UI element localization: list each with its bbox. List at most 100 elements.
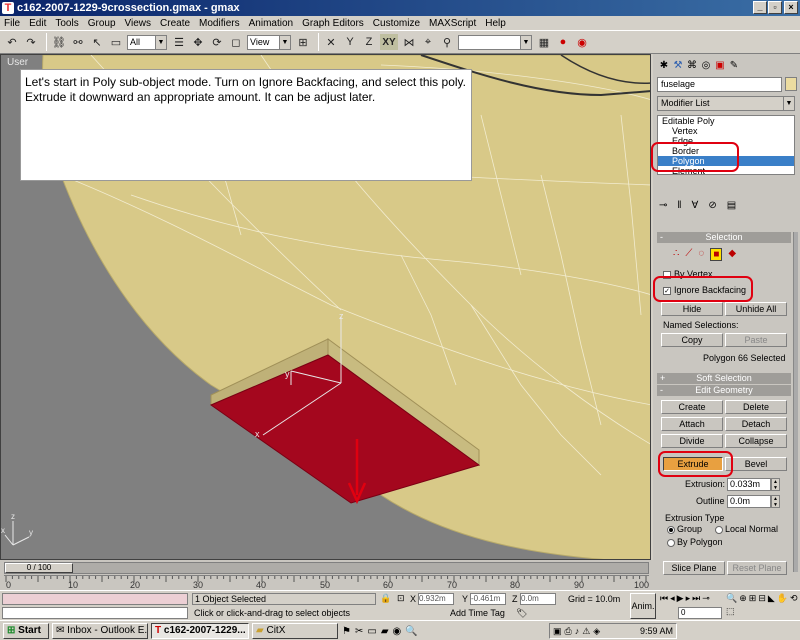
tray-scissors-icon[interactable]: ✂ — [355, 626, 363, 637]
undo-icon[interactable]: ↶ — [4, 34, 20, 50]
maximize-button[interactable]: ▫ — [768, 1, 782, 14]
lock-selection-icon[interactable]: 🔒 — [380, 593, 391, 604]
polygon-level-icon[interactable]: ■ — [710, 248, 723, 261]
menu-views[interactable]: Views — [125, 18, 152, 29]
maxscript-listener[interactable] — [2, 593, 188, 605]
configure-sets-icon[interactable]: ▤ — [727, 200, 736, 211]
tray-network-icon[interactable]: ⚑ — [342, 626, 351, 637]
menu-graph-editors[interactable]: Graph Editors — [302, 18, 364, 29]
soft-selection-rollup-header[interactable]: + Soft Selection — [657, 373, 791, 384]
next-frame-icon[interactable]: ▸ — [686, 593, 691, 604]
restrict-xy-button[interactable]: XY — [380, 34, 398, 50]
border-level-icon[interactable]: ◌ — [698, 248, 704, 261]
time-slider-thumb[interactable]: 0 / 100 — [5, 563, 73, 573]
zoom-all-icon[interactable]: ⊕ — [739, 593, 747, 604]
tray-folder-icon[interactable]: ▰ — [381, 626, 389, 637]
scale-icon[interactable]: ◻ — [228, 34, 244, 50]
modify-tab-icon[interactable]: ⚒ — [671, 58, 685, 72]
pan-icon[interactable]: ✋ — [777, 593, 788, 604]
tray-language-icon[interactable]: ◈ — [593, 624, 600, 638]
render-icon[interactable]: ● — [555, 34, 571, 50]
menu-edit[interactable]: Edit — [29, 18, 46, 29]
copy-button[interactable]: Copy — [661, 333, 723, 347]
y-coord-field[interactable]: -0.461m — [470, 593, 506, 605]
vertex-level-icon[interactable]: ∴ — [673, 248, 679, 261]
group-radio[interactable]: Group — [667, 524, 702, 534]
field-of-view-icon[interactable]: ◣ — [768, 593, 775, 604]
by-polygon-radio[interactable]: By Polygon — [667, 537, 723, 547]
tray-search-icon[interactable]: 🔍 — [405, 626, 417, 637]
object-name-field[interactable]: fuselage — [657, 77, 782, 92]
edit-geometry-rollup-header[interactable]: - Edit Geometry — [657, 385, 791, 396]
selection-rollup-header[interactable]: - Selection — [657, 232, 791, 243]
close-button[interactable]: × — [784, 1, 798, 14]
hierarchy-tab-icon[interactable]: ⌘ — [685, 58, 699, 72]
absolute-mode-icon[interactable]: ⊡ — [397, 593, 405, 604]
paste-button[interactable]: Paste — [725, 333, 787, 347]
previous-frame-icon[interactable]: ◂ — [670, 593, 675, 604]
unlink-icon[interactable]: ⚯ — [70, 34, 86, 50]
stack-item-vertex[interactable]: Vertex — [658, 126, 794, 136]
local-normal-radio[interactable]: Local Normal — [715, 524, 778, 534]
tray-monitor-icon[interactable]: ▭ — [367, 626, 376, 637]
divide-button[interactable]: Divide — [661, 434, 723, 448]
create-button[interactable]: Create — [661, 400, 723, 414]
link-icon[interactable]: ⛓ — [51, 34, 67, 50]
utilities-tab-icon[interactable]: ✎ — [727, 58, 741, 72]
menu-group[interactable]: Group — [88, 18, 116, 29]
spinner-arrows-icon[interactable]: ▲ ▼ — [771, 495, 780, 508]
menu-tools[interactable]: Tools — [55, 18, 78, 29]
selection-filter-dropdown[interactable]: All ▼ — [127, 34, 167, 50]
maximize-viewport-icon[interactable]: ⬚ — [726, 606, 735, 617]
zoom-extents-all-icon[interactable]: ⊟ — [758, 593, 766, 604]
move-icon[interactable]: ✥ — [190, 34, 206, 50]
modifier-list-dropdown[interactable]: Modifier List ▼ — [657, 96, 795, 111]
display-tab-icon[interactable]: ▣ — [713, 58, 727, 72]
rotate-icon[interactable]: ⟳ — [209, 34, 225, 50]
menu-file[interactable]: File — [4, 18, 20, 29]
extrusion-spinner[interactable]: 0.033m ▲ ▼ — [727, 478, 780, 491]
make-unique-icon[interactable]: ∀ — [692, 200, 699, 211]
menu-customize[interactable]: Customize — [373, 18, 420, 29]
arc-rotate-icon[interactable]: ⟲ — [790, 593, 798, 604]
element-level-icon[interactable]: ◆ — [728, 248, 736, 261]
slice-plane-button[interactable]: Slice Plane — [663, 561, 725, 575]
stack-item-editable-poly[interactable]: Editable Poly — [658, 116, 794, 126]
z-coord-field[interactable]: 0.0m — [520, 593, 556, 605]
select-by-name-icon[interactable]: ☰ — [171, 34, 187, 50]
reset-plane-button[interactable]: Reset Plane — [727, 561, 787, 575]
align-icon[interactable]: ⌖ — [420, 34, 436, 50]
menu-create[interactable]: Create — [160, 18, 190, 29]
tray-printer-icon[interactable]: ⎙ — [565, 624, 572, 638]
x-coord-field[interactable]: 0.932m — [418, 593, 454, 605]
show-end-result-icon[interactable]: ‖ — [677, 200, 681, 211]
hide-button[interactable]: Hide — [661, 302, 723, 316]
mirror-icon[interactable]: ⋈ — [401, 34, 417, 50]
motion-tab-icon[interactable]: ◎ — [699, 58, 713, 72]
zoom-icon[interactable]: 🔍 — [726, 593, 737, 604]
time-slider-track[interactable]: 0 / 100 — [4, 562, 649, 574]
add-time-tag-button[interactable]: Add Time Tag — [450, 607, 512, 619]
unhide-all-button[interactable]: Unhide All — [725, 302, 787, 316]
menu-help[interactable]: Help — [485, 18, 506, 29]
key-mode-icon[interactable]: ⊸ — [702, 593, 710, 604]
pin-stack-icon[interactable]: ⊸ — [659, 200, 667, 211]
pivot-center-icon[interactable]: ⊞ — [295, 34, 311, 50]
restrict-x-icon[interactable]: ✕ — [323, 34, 339, 50]
go-to-start-icon[interactable]: ⏮ — [660, 593, 668, 604]
redo-icon[interactable]: ↷ — [23, 34, 39, 50]
menu-animation[interactable]: Animation — [249, 18, 293, 29]
start-button[interactable]: ⊞ Start — [3, 622, 49, 639]
restrict-y-icon[interactable]: Y — [342, 34, 358, 50]
edge-level-icon[interactable]: ⟋ — [685, 248, 692, 261]
collapse-button[interactable]: Collapse — [725, 434, 787, 448]
maxscript-input[interactable] — [2, 607, 188, 619]
material-editor-icon[interactable]: ▦ — [536, 34, 552, 50]
quick-render-icon[interactable]: ◉ — [574, 34, 590, 50]
tray-security-icon[interactable]: ⚠ — [582, 624, 590, 638]
animate-mode-button[interactable]: Anim. — [630, 593, 656, 619]
time-tag-icon[interactable]: 🏷 — [516, 608, 527, 619]
tray-camera-icon[interactable]: ▣ — [553, 624, 562, 638]
create-tab-icon[interactable]: ✱ — [657, 58, 671, 72]
current-frame-field[interactable]: 0 — [678, 607, 722, 619]
